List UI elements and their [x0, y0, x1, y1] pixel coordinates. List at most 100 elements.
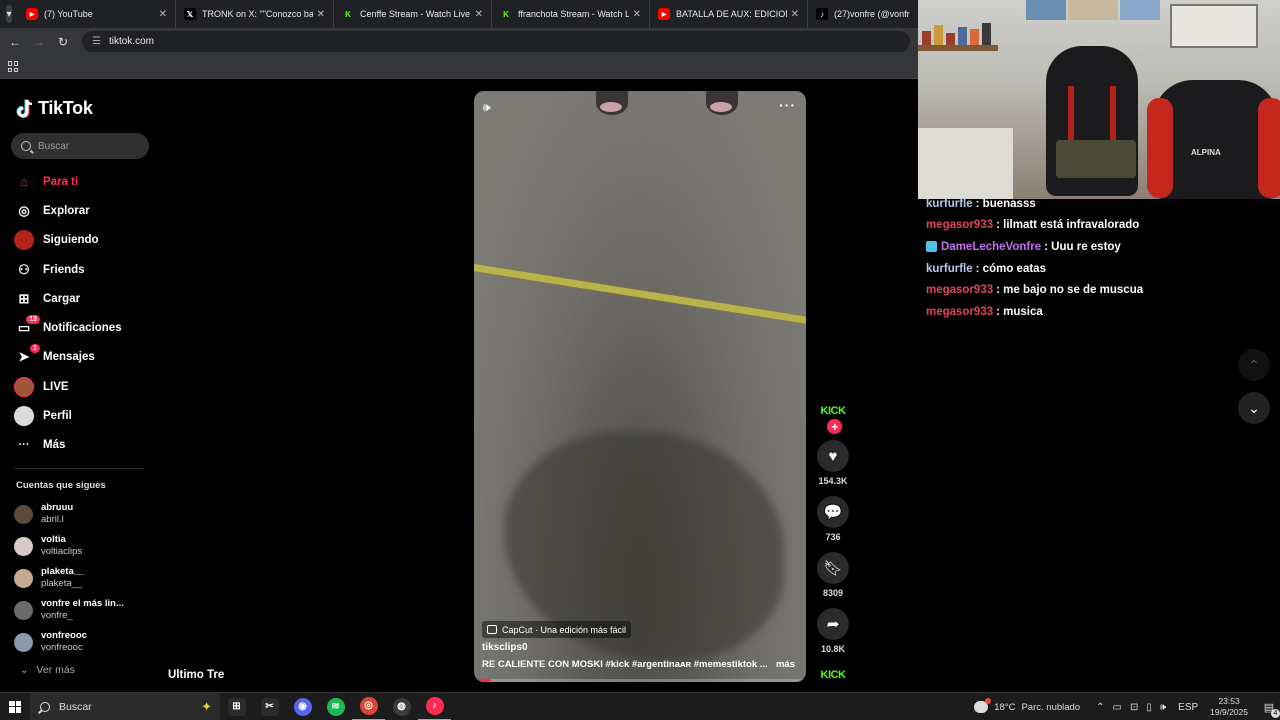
share-action[interactable]: ➦ 10.8K: [814, 608, 852, 656]
search-box[interactable]: [11, 133, 149, 159]
sidebar-item-explorar[interactable]: ◎ Explorar: [14, 196, 144, 225]
following-account[interactable]: vonfre el más lin... vonfre_: [14, 594, 154, 626]
taskbar-app[interactable]: ⊞: [220, 693, 253, 720]
tab-search-button[interactable]: ▾: [6, 5, 12, 23]
follow-plus-button[interactable]: +: [827, 419, 842, 434]
video-progress-bar[interactable]: [474, 679, 806, 682]
reload-button[interactable]: ↻: [54, 35, 72, 49]
taskbar-app[interactable]: ◎: [352, 693, 385, 720]
sidebar-item-label: Friends: [43, 263, 85, 276]
network-icon[interactable]: ⊡: [1130, 702, 1138, 713]
weather-temp: 18°C: [994, 701, 1016, 713]
tiktok-page: TikTok ⌂ Para ti ◎ Explorar Siguiendo ⚇ Friend…: [0, 80, 918, 692]
volume-icon[interactable]: 🕪: [483, 100, 501, 114]
taskbar-app[interactable]: ✂: [253, 693, 286, 720]
caption-more-button[interactable]: más: [776, 659, 795, 670]
chat-username[interactable]: kurfurfle: [926, 263, 973, 275]
capcut-tag[interactable]: CapCut · Una edición más fácil: [482, 621, 632, 638]
sidebar-item-notificaciones[interactable]: ▭ 13 Notificaciones: [14, 313, 144, 342]
close-tab-icon[interactable]: ✕: [633, 9, 641, 20]
share-icon[interactable]: ➦: [817, 608, 849, 640]
weather-widget[interactable]: 18°C Parc. nublado: [974, 698, 1080, 713]
following-account[interactable]: voltia voltiaclips: [14, 530, 154, 562]
sidebar-item-live[interactable]: LIVE: [14, 372, 144, 401]
sidebar-item-para-ti[interactable]: ⌂ Para ti: [14, 167, 144, 196]
sound-disc-label: KICK: [820, 669, 846, 681]
video-author[interactable]: tiksclips0: [482, 642, 528, 653]
upload-icon: ⊞: [18, 290, 30, 306]
discord-icon: ◉: [293, 697, 312, 716]
chat-username[interactable]: megasor933: [926, 306, 993, 318]
webcam-scene: [918, 45, 998, 51]
like-action[interactable]: ♥ 154.3K: [814, 440, 852, 488]
taskbar-search[interactable]: Buscar ✦: [30, 692, 220, 720]
taskbar-app[interactable]: ◉: [286, 693, 319, 720]
close-tab-icon[interactable]: ✕: [475, 9, 483, 20]
bookmark-icon[interactable]: 🔖︎: [817, 552, 849, 584]
more-options-icon[interactable]: ···: [779, 97, 796, 113]
volume-icon[interactable]: 🕪: [1160, 702, 1166, 713]
start-button[interactable]: [0, 693, 30, 720]
forward-button[interactable]: →: [30, 35, 48, 49]
chat-username[interactable]: DameLecheVonfre: [941, 241, 1041, 253]
compass-icon: ◎: [18, 202, 30, 218]
apps-grid-icon[interactable]: [8, 61, 19, 72]
chat-username[interactable]: kurfurfle: [926, 198, 973, 210]
sidebar-item-siguiendo[interactable]: Siguiendo: [14, 226, 144, 255]
battery-icon[interactable]: ▯: [1146, 702, 1152, 713]
chevron-up-icon[interactable]: ⌃: [1238, 349, 1270, 381]
close-tab-icon[interactable]: ✕: [791, 9, 799, 20]
video-player[interactable]: 🕪 ··· CapCut · Una edición más fácil tik…: [474, 91, 806, 682]
tiktok-logo[interactable]: TikTok: [16, 98, 93, 119]
share-count: 10.8K: [820, 644, 846, 654]
sidebar-item-cargar[interactable]: ⊞ Cargar: [14, 284, 144, 313]
sidebar-item-mas[interactable]: ··· Más: [14, 431, 144, 460]
avatar: [14, 632, 33, 652]
browser-tab[interactable]: Kffranchota Stream - Watch Live ✕: [492, 0, 650, 28]
url-field[interactable]: ☰ tiktok.com: [82, 31, 910, 52]
display-icon[interactable]: ▭: [1112, 702, 1121, 713]
chat-text: : lilmatt está infravalorado: [996, 219, 1140, 232]
account-name: vonfreooc: [41, 630, 87, 641]
close-tab-icon[interactable]: ✕: [159, 9, 167, 20]
creator-avatar[interactable]: KICK +: [817, 398, 849, 434]
browser-tab[interactable]: K Cenffe Stream - Watch Live on ✕: [334, 0, 492, 28]
close-tab-icon[interactable]: ✕: [317, 9, 325, 20]
chat-username[interactable]: megasor933: [926, 284, 993, 296]
clock[interactable]: 23:53 19/9/2025: [1210, 696, 1248, 718]
capcut-label: CapCut · Una edición más fácil: [502, 624, 627, 635]
webcam-scene: [918, 128, 1013, 199]
following-list: abruuu abril.l voltia voltiaclips plaketa__ p…: [14, 498, 154, 658]
following-account[interactable]: vonfreooc vonfreooc: [14, 626, 154, 658]
comment-action[interactable]: 💬 736: [814, 496, 852, 544]
comment-icon[interactable]: 💬: [817, 496, 849, 528]
obs-icon: ◍: [392, 697, 411, 716]
taskbar-app[interactable]: ♪: [418, 693, 451, 720]
save-action[interactable]: 🔖︎ 8309: [814, 552, 852, 600]
site-info-icon[interactable]: ☰: [92, 36, 101, 47]
language-indicator[interactable]: ESP: [1178, 702, 1198, 713]
taskbar-app[interactable]: ◍: [385, 693, 418, 720]
taskbar-app[interactable]: ≋: [319, 693, 352, 720]
following-title: Cuentas que sigues: [16, 480, 106, 491]
sound-disc[interactable]: KICK: [817, 662, 849, 688]
search-input[interactable]: [38, 140, 138, 152]
notification-center-icon[interactable]: ▤ 4: [1258, 701, 1280, 718]
browser-tab[interactable]: ▶ (7) YouTube ✕: [18, 0, 176, 28]
following-account[interactable]: plaketa__ plaketa__: [14, 562, 154, 594]
chevron-up-icon[interactable]: ⌃: [1096, 702, 1104, 713]
chat-username[interactable]: megasor933: [926, 219, 993, 231]
tab-title: TRONK on X: ""Conozco bastan: [202, 9, 313, 19]
see-more-button[interactable]: ⌄ Ver más: [20, 664, 75, 676]
sidebar-item-perfil[interactable]: Perfil: [14, 401, 144, 430]
capcut-icon: ✂: [260, 697, 279, 716]
following-account[interactable]: abruuu abril.l: [14, 498, 154, 530]
browser-tab[interactable]: ♪ (27)vonfre (@vonfreee: [808, 0, 918, 28]
back-button[interactable]: ←: [6, 35, 24, 49]
sidebar-item-mensajes[interactable]: ➤ 1 Mensajes: [14, 343, 144, 372]
heart-icon[interactable]: ♥: [817, 440, 849, 472]
sidebar-item-friends[interactable]: ⚇ Friends: [14, 255, 144, 284]
chevron-down-icon[interactable]: ⌄: [1238, 392, 1270, 424]
browser-tab[interactable]: ▶ BATALLA DE AUX: EDICION TR ✕: [650, 0, 808, 28]
browser-tab[interactable]: 𝕏 TRONK on X: ""Conozco bastan ✕: [176, 0, 334, 28]
